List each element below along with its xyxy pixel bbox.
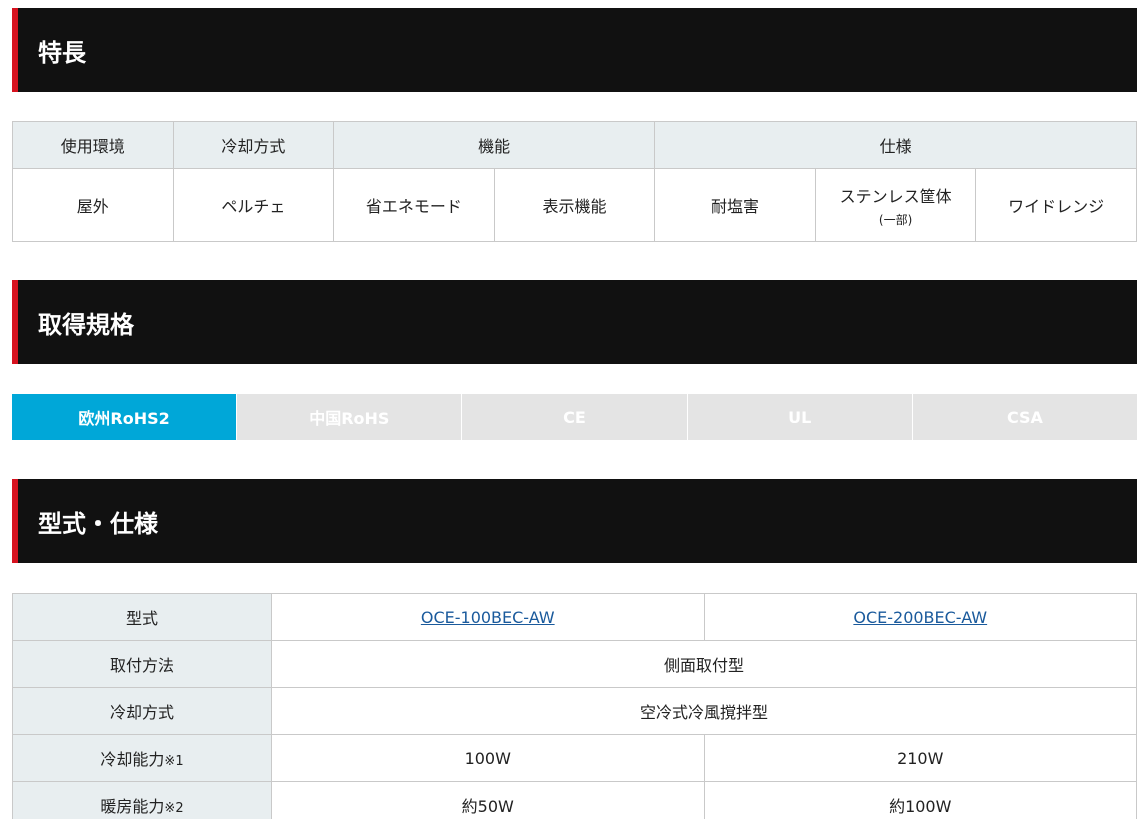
spec-cell-model-1: OCE-100BEC-AW	[271, 593, 705, 641]
model-link-100[interactable]: OCE-100BEC-AW	[421, 608, 555, 627]
feature-display: 表示機能	[493, 168, 656, 242]
spec-value-mount: 側面取付型	[271, 640, 1137, 688]
features-heading-text: 特長	[38, 38, 86, 67]
features-table: 使用環境 冷却方式 機能 仕様 屋外 ペルチェ 省エネモード 表示機能 耐塩害 …	[12, 121, 1137, 242]
spec-row-heating-capacity: 暖房能力※2 約50W 約100W	[12, 781, 1137, 819]
feature-peltier: ペルチェ	[172, 168, 335, 242]
cert-tab-ul[interactable]: UL	[686, 394, 912, 440]
feature-salt-resistant: 耐塩害	[654, 168, 816, 242]
feature-wide-range: ワイドレンジ	[975, 168, 1137, 242]
spec-cell-model-2: OCE-200BEC-AW	[703, 593, 1137, 641]
spec-label-cooling-method: 冷却方式	[12, 687, 272, 735]
group-function: 機能	[333, 121, 656, 169]
spec-value-cooling-method: 空冷式冷風撹拌型	[271, 687, 1137, 735]
spec-label-heating-capacity: 暖房能力	[100, 797, 165, 816]
group-environment: 使用環境	[12, 121, 174, 169]
spec-value-heating-100: 約50W	[271, 781, 705, 819]
spec-label-cooling-capacity: 冷却能力	[100, 750, 165, 769]
spec-label-heating-capacity-cell: 暖房能力※2	[12, 781, 272, 819]
features-item-row: 屋外 ペルチェ 省エネモード 表示機能 耐塩害 ステンレス筐体 (一部) ワイド…	[12, 168, 1137, 242]
model-link-200[interactable]: OCE-200BEC-AW	[853, 608, 987, 627]
cert-tab-china-rohs[interactable]: 中国RoHS	[236, 394, 462, 440]
cert-tab-ce[interactable]: CE	[461, 394, 687, 440]
spec-note-1: ※1	[164, 754, 184, 769]
features-group-row: 使用環境 冷却方式 機能 仕様	[12, 121, 1137, 169]
certs-heading: 取得規格	[12, 280, 1137, 364]
feature-stainless-cell: ステンレス筐体 (一部)	[814, 168, 977, 242]
spec-value-heating-200: 約100W	[703, 781, 1137, 819]
feature-stainless: ステンレス筐体	[839, 186, 952, 206]
group-spec: 仕様	[654, 121, 1137, 169]
spec-note-2: ※2	[164, 801, 184, 816]
specs-heading: 型式・仕様	[12, 479, 1137, 563]
feature-outdoor: 屋外	[12, 168, 174, 242]
features-heading: 特長	[12, 8, 1137, 92]
spec-value-cooling-100: 100W	[271, 734, 705, 782]
specs-heading-text: 型式・仕様	[38, 509, 158, 538]
certs-heading-text: 取得規格	[38, 310, 134, 339]
feature-stainless-note: (一部)	[878, 212, 913, 227]
spec-value-cooling-200: 210W	[703, 734, 1137, 782]
spec-table: 型式 OCE-100BEC-AW OCE-200BEC-AW 取付方法 側面取付…	[12, 593, 1137, 819]
spec-row-mount: 取付方法 側面取付型	[12, 640, 1137, 688]
spec-label-cooling-capacity-cell: 冷却能力※1	[12, 734, 272, 782]
spec-label-mount: 取付方法	[12, 640, 272, 688]
cert-tab-csa[interactable]: CSA	[911, 394, 1138, 440]
group-cooling: 冷却方式	[172, 121, 335, 169]
spec-row-cooling-capacity: 冷却能力※1 100W 210W	[12, 734, 1137, 782]
feature-eco-mode: 省エネモード	[333, 168, 495, 242]
spec-row-model: 型式 OCE-100BEC-AW OCE-200BEC-AW	[12, 593, 1137, 641]
spec-label-model: 型式	[12, 593, 272, 641]
cert-tab-eu-rohs2[interactable]: 欧州RoHS2	[12, 394, 237, 440]
cert-tabs: 欧州RoHS2 中国RoHS CE UL CSA	[12, 394, 1138, 440]
spec-row-cooling-method: 冷却方式 空冷式冷風撹拌型	[12, 687, 1137, 735]
